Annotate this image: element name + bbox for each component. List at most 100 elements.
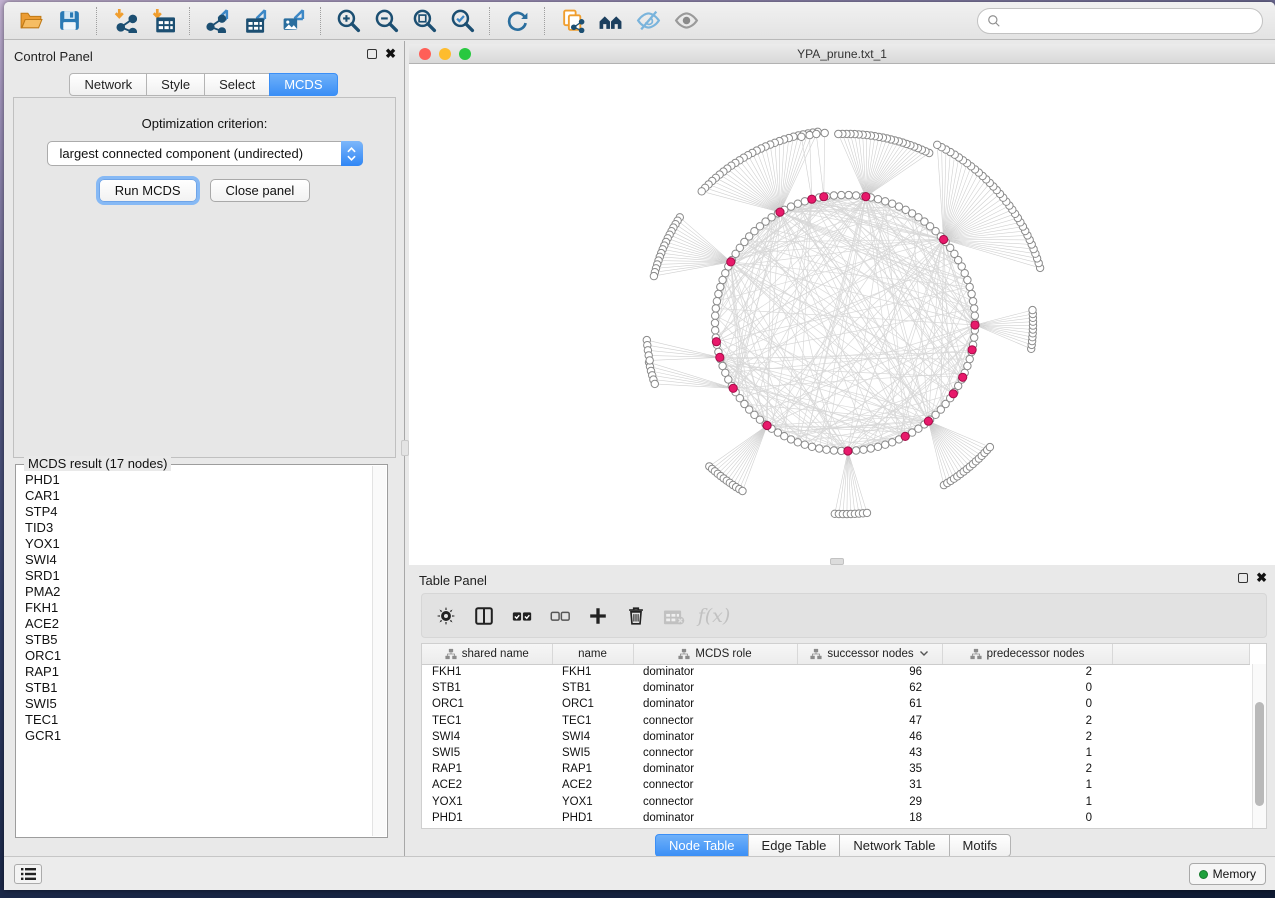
tab-network[interactable]: Network — [69, 73, 147, 96]
mcds-result-list[interactable]: PHD1CAR1STP4TID3YOX1SWI4SRD1PMA2FKH1ACE2… — [17, 466, 372, 836]
toolbar-separator — [189, 7, 190, 35]
zoom-selected-icon[interactable] — [443, 6, 481, 36]
table-toolbar: f(x) — [421, 593, 1267, 638]
export-image-icon[interactable] — [274, 6, 312, 36]
mcds-result-item[interactable]: RAP1 — [25, 664, 372, 680]
mcds-result-item[interactable]: SWI4 — [25, 552, 372, 568]
select-all-icon[interactable] — [506, 600, 538, 632]
criterion-selected-value: largest connected component (undirected) — [48, 146, 304, 161]
search-input[interactable] — [1001, 14, 1262, 29]
column-panel-icon[interactable] — [468, 600, 500, 632]
function-builder-icon[interactable]: f(x) — [696, 600, 728, 632]
mcds-result-item[interactable]: STB1 — [25, 680, 372, 696]
column-type-icon — [810, 648, 822, 660]
tab-select[interactable]: Select — [204, 73, 270, 96]
list-icon — [21, 868, 36, 880]
optimization-criterion-label: Optimization criterion: — [14, 116, 395, 131]
save-icon[interactable] — [50, 6, 88, 36]
network-window-titlebar[interactable]: YPA_prune.txt_1 — [409, 44, 1275, 64]
combo-stepper-icon — [341, 141, 363, 166]
table-row[interactable]: SWI4SWI4dominator462 — [422, 729, 1250, 745]
table-scrollbar-thumb[interactable] — [1255, 702, 1264, 806]
delete-column-icon[interactable] — [620, 600, 652, 632]
refresh-icon[interactable] — [498, 6, 536, 36]
mcds-result-item[interactable]: ORC1 — [25, 648, 372, 664]
table-row[interactable]: RAP1RAP1dominator352 — [422, 761, 1250, 777]
open-icon[interactable] — [12, 6, 50, 36]
tab-mcds[interactable]: MCDS — [269, 73, 337, 96]
table-tab-network-table[interactable]: Network Table — [839, 834, 949, 857]
new-network-from-selection-icon[interactable] — [553, 6, 591, 36]
mcds-result-item[interactable]: SWI5 — [25, 696, 372, 712]
column-header-MCDS-role[interactable]: MCDS role — [633, 644, 797, 664]
mcds-result-box: MCDS result (17 nodes) PHD1CAR1STP4TID3Y… — [15, 464, 388, 838]
show-all-icon[interactable] — [667, 6, 705, 36]
float-panel-icon[interactable] — [367, 49, 377, 59]
table-row[interactable]: ORC1ORC1dominator610 — [422, 696, 1250, 712]
mcds-result-item[interactable]: CAR1 — [25, 488, 372, 504]
close-panel-icon[interactable]: ✖ — [385, 49, 396, 59]
close-table-panel-icon[interactable]: ✖ — [1256, 573, 1267, 583]
column-header-predecessor-nodes[interactable]: predecessor nodes — [942, 644, 1112, 664]
table-row[interactable]: FKH1FKH1dominator962 — [422, 664, 1250, 680]
show-panels-button[interactable] — [14, 864, 42, 884]
table-scrollbar[interactable] — [1252, 664, 1266, 828]
run-mcds-button[interactable]: Run MCDS — [99, 179, 197, 202]
table-tabs: Node TableEdge TableNetwork TableMotifs — [656, 834, 1011, 857]
table-row[interactable]: SWI5SWI5connector431 — [422, 745, 1250, 761]
search-icon — [987, 14, 1001, 28]
zoom-fit-icon[interactable] — [405, 6, 443, 36]
cytoscape-window: Control Panel ✖ NetworkStyleSelectMCDS O… — [4, 2, 1275, 890]
mcds-result-item[interactable]: PHD1 — [25, 472, 372, 488]
tab-style[interactable]: Style — [146, 73, 205, 96]
import-network-icon[interactable] — [105, 6, 143, 36]
mcds-list-scrollbar[interactable] — [372, 466, 386, 836]
memory-button[interactable]: Memory — [1189, 863, 1266, 885]
delete-table-icon[interactable] — [658, 600, 690, 632]
close-panel-button[interactable]: Close panel — [210, 179, 311, 202]
memory-label: Memory — [1213, 867, 1256, 881]
mcds-result-item[interactable]: SRD1 — [25, 568, 372, 584]
network-canvas[interactable] — [409, 65, 1275, 565]
zoom-in-icon[interactable] — [329, 6, 367, 36]
export-network-icon[interactable] — [198, 6, 236, 36]
horizontal-splitter-handle[interactable] — [830, 558, 844, 565]
export-table-icon[interactable] — [236, 6, 274, 36]
optimization-criterion-select[interactable]: largest connected component (undirected) — [47, 141, 363, 166]
float-table-panel-icon[interactable] — [1238, 573, 1248, 583]
column-header-successor-nodes[interactable]: successor nodes — [797, 644, 942, 664]
table-tab-node-table[interactable]: Node Table — [655, 834, 749, 857]
deselect-all-icon[interactable] — [544, 600, 576, 632]
zoom-out-icon[interactable] — [367, 6, 405, 36]
mcds-result-item[interactable]: ACE2 — [25, 616, 372, 632]
table-tab-motifs[interactable]: Motifs — [949, 834, 1012, 857]
column-header-name[interactable]: name — [552, 644, 633, 664]
mcds-result-item[interactable]: TID3 — [25, 520, 372, 536]
settings-icon[interactable] — [430, 600, 462, 632]
table-tab-edge-table[interactable]: Edge Table — [748, 834, 841, 857]
mcds-result-item[interactable]: PMA2 — [25, 584, 372, 600]
add-column-icon[interactable] — [582, 600, 614, 632]
hide-selected-icon[interactable] — [629, 6, 667, 36]
network-graph[interactable] — [409, 65, 1275, 565]
table-row[interactable]: TEC1TEC1connector472 — [422, 713, 1250, 729]
mcds-result-item[interactable]: FKH1 — [25, 600, 372, 616]
import-table-icon[interactable] — [143, 6, 181, 36]
vertical-splitter-handle[interactable] — [401, 440, 409, 456]
mcds-result-item[interactable]: YOX1 — [25, 536, 372, 552]
table-row[interactable]: PHD1PHD1dominator180 — [422, 810, 1250, 826]
table-row[interactable]: YOX1YOX1connector291 — [422, 794, 1250, 810]
mcds-result-item[interactable]: TEC1 — [25, 712, 372, 728]
table-row[interactable]: STB1STB1dominator620 — [422, 680, 1250, 696]
mcds-result-item[interactable]: STP4 — [25, 504, 372, 520]
column-header-filler — [1112, 644, 1250, 664]
first-neighbors-icon[interactable] — [591, 6, 629, 36]
table-row[interactable]: ACE2ACE2connector311 — [422, 777, 1250, 793]
search-box[interactable] — [977, 8, 1263, 34]
table-panel: Table Panel ✖ f(x) shared namenameMCDS r… — [409, 565, 1275, 856]
mcds-result-item[interactable]: STB5 — [25, 632, 372, 648]
mcds-result-item[interactable]: GCR1 — [25, 728, 372, 744]
toolbar-separator — [489, 7, 490, 35]
column-type-icon — [678, 648, 690, 660]
column-header-shared-name[interactable]: shared name — [422, 644, 552, 664]
